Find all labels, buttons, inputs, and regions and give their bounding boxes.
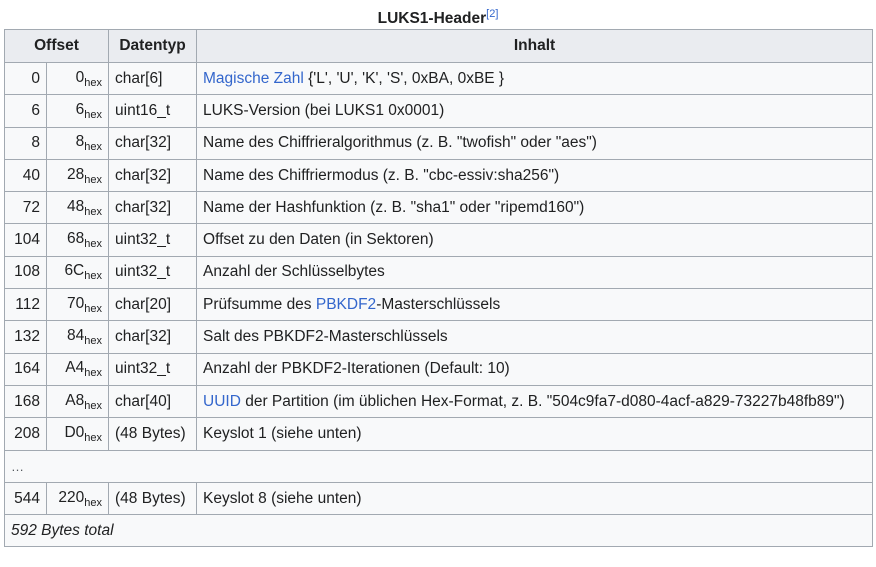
table-row: 208 D0hex (48 Bytes) Keyslot 1 (siehe unten…: [4, 417, 874, 451]
offset-decimal-cell: 112: [4, 288, 47, 322]
datatype-cell: uint32_t: [108, 352, 198, 386]
offset-hex-cell: A8hex: [45, 384, 110, 419]
datatype-cell: char[32]: [108, 126, 198, 160]
table-row: 168 A8hex char[40] UUID der Partition (im ü…: [4, 384, 874, 419]
offset-hex-cell: 84hex: [45, 320, 110, 354]
offset-decimal-cell: 132: [4, 320, 47, 354]
reference-link[interactable]: [2]: [486, 8, 498, 20]
offset-decimal-cell: 208: [4, 417, 47, 451]
content-cell: UUID der Partition (im üblichen Hex-Form…: [196, 384, 874, 419]
table-row: 132 84hex char[32] Salt des PBKDF2-Mastersc…: [4, 320, 874, 354]
content-link[interactable]: UUID: [203, 393, 241, 410]
content-cell: LUKS-Version (bei LUKS1 0x0001): [196, 94, 874, 128]
content-cell: Offset zu den Daten (in Sektoren): [196, 223, 874, 257]
content-cell: Keyslot 1 (siehe unten): [196, 417, 874, 451]
offset-decimal-cell: 0: [4, 61, 47, 96]
content-cell: Anzahl der PBKDF2-Iterationen (Default: …: [196, 352, 874, 386]
datatype-cell: char[32]: [108, 320, 198, 354]
content-cell: Name des Chiffrieralgorithmus (z. B. "tw…: [196, 126, 874, 160]
offset-hex-cell: 70hex: [45, 288, 110, 322]
table-row: 8 8hex char[32] Name des Chiffrieralgorithm…: [4, 126, 874, 160]
table-row: 0 0hex char[6] Magische Zahl {'L', 'U', 'K'…: [4, 61, 874, 96]
table-row: 112 70hex char[20] Prüfsumme des PBKDF2-Mas…: [4, 288, 874, 322]
offset-hex-cell: 6hex: [45, 94, 110, 128]
content-cell: Name der Hashfunktion (z. B. "sha1" oder…: [196, 191, 874, 225]
total-row: 592 Bytes total: [3, 514, 874, 548]
total-cell: 592 Bytes total: [3, 514, 874, 548]
offset-decimal-cell: 40: [4, 158, 47, 193]
offset-hex-cell: 6Chex: [45, 255, 110, 290]
offset-decimal-cell: 6: [4, 94, 47, 128]
offset-decimal-cell: 544: [4, 481, 47, 516]
offset-hex-cell: A4hex: [45, 352, 110, 386]
table-row: 40 28hex char[32] Name des Chiffriermodus (…: [4, 158, 874, 193]
header-row: Offset Datentyp Inhalt: [3, 29, 874, 63]
table-title: LUKS1-Header: [377, 10, 487, 27]
offset-decimal-cell: 8: [4, 126, 47, 160]
table-row: 108 6Chex uint32_t Anzahl der Schlüsselbyte…: [4, 255, 874, 290]
offset-decimal-cell: 72: [4, 191, 47, 225]
datatype-cell: uint32_t: [108, 255, 198, 290]
offset-decimal-cell: 104: [4, 223, 47, 257]
table-row: 164 A4hex uint32_t Anzahl der PBKDF2-Iterat…: [4, 352, 874, 386]
datatype-cell: char[40]: [108, 384, 198, 419]
content-cell: Name des Chiffriermodus (z. B. "cbc-essi…: [196, 158, 874, 193]
offset-hex-cell: 48hex: [45, 191, 110, 225]
datatype-cell: char[6]: [108, 61, 198, 96]
table-row: 72 48hex char[32] Name der Hashfunktion (z.…: [4, 191, 874, 225]
table-row: 6 6hex uint16_t LUKS-Version (bei LUKS1 0x0…: [4, 94, 874, 128]
content-cell: Anzahl der Schlüsselbytes: [196, 255, 874, 290]
offset-decimal-cell: 164: [4, 352, 47, 386]
offset-hex-cell: 8hex: [45, 126, 110, 160]
datatype-cell: (48 Bytes): [108, 481, 198, 516]
offset-decimal-cell: 168: [4, 384, 47, 419]
offset-hex-cell: 0hex: [45, 61, 110, 96]
ellipsis-cell: …: [3, 449, 874, 483]
datatype-cell: (48 Bytes): [108, 417, 198, 451]
offset-hex-cell: 28hex: [45, 158, 110, 193]
offset-hex-cell: 68hex: [45, 223, 110, 257]
ellipsis-row: …: [3, 449, 874, 483]
luks-header-table: Offset Datentyp Inhalt 0 0hex char[6] Magis…: [3, 29, 874, 548]
table-row-last: 544 220hex (48 Bytes) Keyslot 8 (siehe u…: [4, 481, 874, 516]
datatype-cell: uint32_t: [108, 223, 198, 257]
content-cell: Magische Zahl {'L', 'U', 'K', 'S', 0xBA,…: [196, 61, 874, 96]
table-body: 0 0hex char[6] Magische Zahl {'L', 'U', 'K'…: [3, 61, 874, 548]
content-link[interactable]: Magische Zahl: [203, 70, 304, 87]
column-header-offset: Offset: [3, 29, 110, 63]
datatype-cell: char[20]: [108, 288, 198, 322]
table-row: 104 68hex uint32_t Offset zu den Daten (in …: [4, 223, 874, 257]
datatype-cell: char[32]: [108, 158, 198, 193]
offset-hex-cell: 220hex: [45, 481, 110, 516]
datatype-cell: char[32]: [108, 191, 198, 225]
content-cell: Keyslot 8 (siehe unten): [196, 481, 874, 516]
offset-decimal-cell: 108: [4, 255, 47, 290]
table-caption: LUKS1-Header[2]: [0, 0, 876, 29]
column-header-datatype: Datentyp: [108, 29, 198, 63]
content-link[interactable]: PBKDF2: [316, 296, 376, 313]
content-cell: Prüfsumme des PBKDF2-Masterschlüssels: [196, 288, 874, 322]
datatype-cell: uint16_t: [108, 94, 198, 128]
content-cell: Salt des PBKDF2-Masterschlüssels: [196, 320, 874, 354]
column-header-content: Inhalt: [196, 29, 874, 63]
offset-hex-cell: D0hex: [45, 417, 110, 451]
